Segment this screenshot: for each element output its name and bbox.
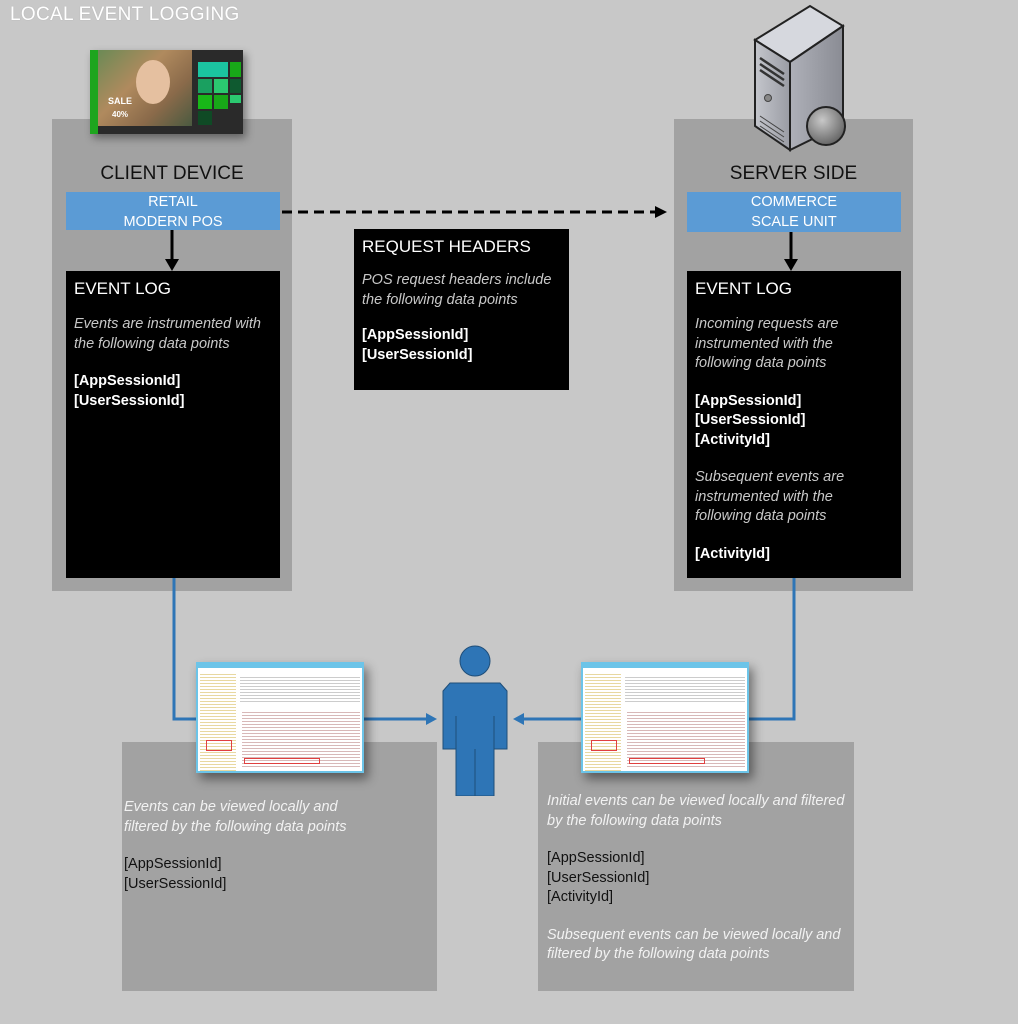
request-headers-id: [UserSessionId] [362, 346, 473, 363]
client-device-heading: CLIENT DEVICE [100, 163, 244, 184]
request-dashed-arrowhead [655, 206, 667, 218]
server-viewer-description-1: Initial events can be viewed locally and… [547, 793, 845, 829]
request-headers-box: REQUEST HEADERS POS request headers incl… [354, 229, 569, 390]
pos-tile [230, 62, 241, 77]
viewer-list [625, 675, 745, 703]
commerce-scale-unit-box: COMMERCE SCALE UNIT [687, 192, 901, 232]
client-viewer-panel: Events can be viewed locally and filtere… [122, 742, 437, 991]
request-headers-description: POS request headers include the followin… [362, 272, 552, 308]
pos-tile [230, 95, 241, 103]
viewer-titlebar [198, 664, 362, 668]
server-event-log-description-2: Subsequent events are instrumented with … [695, 469, 845, 524]
server-viewer-id: [ActivityId] [547, 889, 614, 905]
pos-tile [214, 79, 228, 93]
commerce-scale-unit-line1: COMMERCE [750, 194, 838, 210]
person-icon [436, 644, 514, 796]
page-title: LOCAL EVENT LOGGING [10, 4, 240, 25]
server-event-viewer-screenshot [581, 662, 749, 773]
server-graphic [753, 4, 846, 152]
pos-sale-label: SALE [108, 96, 133, 106]
viewer-xml-highlight [244, 758, 320, 764]
pos-tile [198, 95, 212, 109]
server-event-log-id: [UserSessionId] [695, 412, 806, 428]
commerce-scale-unit-line2: SCALE UNIT [751, 214, 837, 230]
server-event-log-box: EVENT LOG Incoming requests are instrume… [687, 271, 901, 578]
client-event-viewer-screenshot [196, 662, 364, 773]
retail-modern-pos-line1: RETAIL [148, 194, 198, 210]
server-viewer-description-2: Subsequent events can be viewed locally … [547, 926, 841, 963]
pos-discount-label: 40% [112, 110, 129, 119]
retail-modern-pos-box: RETAIL MODERN POS [66, 192, 280, 230]
server-viewer-panel: Initial events can be viewed locally and… [538, 742, 854, 991]
request-headers-title: REQUEST HEADERS [362, 237, 531, 256]
server-event-log-title: EVENT LOG [695, 279, 792, 298]
client-event-log-title: EVENT LOG [74, 279, 171, 298]
server-event-log-id: [ActivityId] [695, 545, 770, 562]
client-viewer-id: [UserSessionId] [124, 875, 227, 892]
pos-tile [214, 95, 228, 109]
server-viewer-id: [AppSessionId] [547, 850, 645, 866]
pos-tablet-image: SALE 40% [90, 50, 243, 134]
viewer-tree-highlight [206, 740, 232, 751]
client-event-log-description: Events are instrumented with the followi… [74, 316, 261, 352]
request-headers-id: [AppSessionId] [362, 327, 469, 343]
client-event-log-id: [UserSessionId] [74, 392, 185, 409]
client-viewer-description: Events can be viewed locally and filtere… [124, 799, 347, 835]
pos-tile [198, 111, 212, 125]
server-connector-arrowhead [513, 713, 524, 725]
viewer-xml-highlight [629, 758, 705, 764]
viewer-list [240, 675, 360, 703]
pos-tile-large [198, 62, 228, 77]
pos-sidebar [90, 50, 98, 134]
client-event-log-id: [AppSessionId] [74, 373, 181, 389]
server-event-log-description-1: Incoming requests are instrumented with … [695, 316, 839, 371]
viewer-titlebar [583, 664, 747, 668]
pos-hero-photo: SALE 40% [98, 50, 192, 126]
pos-face [136, 60, 170, 104]
server-event-log-id: [AppSessionId] [695, 392, 802, 409]
server-event-log-id: [ActivityId] [695, 431, 770, 448]
viewer-tree-highlight [591, 740, 617, 751]
viewer-tree [585, 672, 621, 771]
viewer-tree [200, 672, 236, 771]
server-viewer-id: [UserSessionId] [547, 869, 650, 886]
pos-tile [198, 79, 212, 93]
server-side-heading: SERVER SIDE [729, 163, 858, 184]
client-event-log-box: EVENT LOG Events are instrumented with t… [66, 271, 280, 578]
retail-modern-pos-line2: MODERN POS [123, 214, 223, 230]
pos-tile [230, 79, 241, 93]
client-viewer-id: [AppSessionId] [124, 856, 222, 872]
server-globe-icon [750, 4, 880, 152]
